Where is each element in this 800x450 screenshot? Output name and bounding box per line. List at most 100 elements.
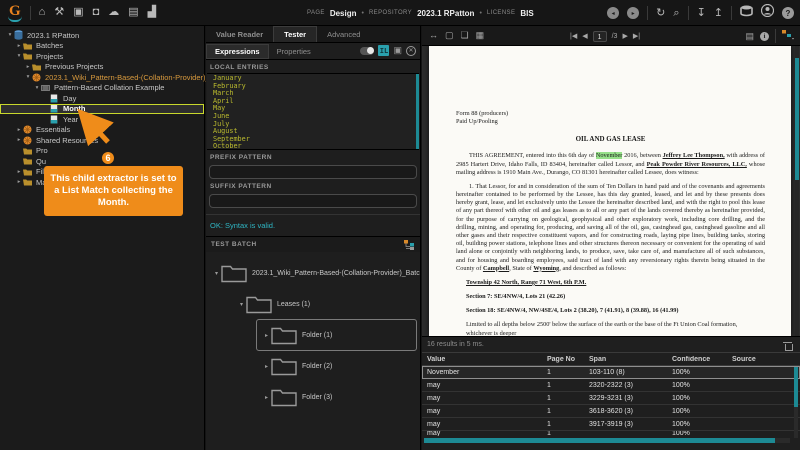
batch-node-folder-3-[interactable]: ▸Folder (3) xyxy=(262,387,420,407)
pages-icon[interactable]: ❏ xyxy=(461,31,469,40)
batches-icon[interactable]: ▣ xyxy=(73,7,83,18)
page-value[interactable]: Design xyxy=(330,9,357,18)
stats-icon[interactable]: ▟ xyxy=(148,7,156,18)
prefix-pattern-input[interactable] xyxy=(209,165,417,179)
expand-arrow-icon[interactable]: ▾ xyxy=(212,270,221,277)
tree-node-month[interactable]: Month xyxy=(0,104,204,115)
tree-node-pattern-based-collation-exampl[interactable]: ▾Pattern-Based Collation Example xyxy=(0,83,204,94)
result-row[interactable]: November1103-110 (8)100% xyxy=(422,366,800,379)
region-select-icon[interactable]: ▢ xyxy=(445,31,454,40)
batch-node-folder-2-[interactable]: ▸Folder (2) xyxy=(262,356,420,376)
november-highlight[interactable]: November xyxy=(596,152,623,159)
results-vertical-scrollbar[interactable] xyxy=(794,367,798,438)
tree-node-2023-1-wiki-pattern-based-coll[interactable]: ▾2023.1_Wiki_Pattern-Based-(Collation-Pr… xyxy=(0,72,204,83)
expand-arrow-icon[interactable]: ▸ xyxy=(15,127,23,133)
column-header-confidence[interactable]: Confidence xyxy=(667,356,727,363)
tab-tester[interactable]: Tester xyxy=(273,26,317,42)
refresh-icon[interactable]: ↻ xyxy=(656,8,665,19)
user-icon[interactable] xyxy=(761,4,774,22)
batch-node-leases-1-[interactable]: ▾Leases (1) xyxy=(237,294,420,314)
prev-page-button[interactable]: ◀ xyxy=(582,32,587,40)
toggle-switch[interactable] xyxy=(360,47,374,55)
column-header-source[interactable]: Source xyxy=(727,356,800,363)
forward-button[interactable]: ▸ xyxy=(627,7,639,19)
next-page-button[interactable]: ▶ xyxy=(622,32,627,40)
result-row[interactable]: may1100% xyxy=(422,431,800,436)
first-page-button[interactable]: |◀ xyxy=(570,32,577,40)
local-entries-text[interactable]: January February March April May June Ju… xyxy=(207,74,419,151)
tree-node-2023-1-rpatton[interactable]: ▾2023.1 RPatton xyxy=(0,30,204,41)
results-horizontal-scrollbar[interactable] xyxy=(424,438,790,443)
view-mode-icon[interactable] xyxy=(782,27,794,45)
expand-arrow-icon[interactable]: ▸ xyxy=(24,64,32,70)
tab-properties[interactable]: Properties xyxy=(269,45,319,58)
repository-value[interactable]: 2023.1 RPatton xyxy=(417,9,474,18)
close-icon[interactable]: ✕ xyxy=(406,46,416,56)
search-icon[interactable]: ⌕ xyxy=(673,8,679,19)
expand-arrow-icon[interactable]: ▸ xyxy=(15,43,23,49)
expand-arrow-icon[interactable]: ▾ xyxy=(237,301,246,308)
expand-arrow-icon[interactable]: ▾ xyxy=(33,85,41,91)
result-row[interactable]: may13618-3620 (3)100% xyxy=(422,405,800,418)
editor-tabs: Expressions Properties IL ▣ ✕ xyxy=(206,43,420,60)
info-icon[interactable]: i xyxy=(760,32,769,41)
toolbox-icon[interactable]: ▤ xyxy=(128,7,138,18)
top-right-actions: ◂ ▸ ↻ ⌕ ↧ ↥ ? xyxy=(607,0,794,26)
expand-arrow-icon[interactable]: ▸ xyxy=(262,363,271,370)
upload-icon[interactable]: ↥ xyxy=(714,8,723,19)
tree-node-previous-projects[interactable]: ▸Previous Projects xyxy=(0,62,204,73)
tree-node-essentials[interactable]: ▸Essentials xyxy=(0,125,204,136)
tree-node-year[interactable]: Year xyxy=(0,114,204,125)
cloud-icon[interactable]: ☁ xyxy=(108,7,119,18)
clear-results-icon[interactable] xyxy=(783,340,792,350)
result-row[interactable]: may13229-3231 (3)100% xyxy=(422,392,800,405)
result-row[interactable]: may13917-3919 (3)100% xyxy=(422,418,800,431)
document-canvas[interactable]: Form 88 (producers) Paid Up/Pooling OIL … xyxy=(422,46,800,336)
literal-mode-icon[interactable]: IL xyxy=(378,45,389,56)
doc-section7-line: Section 7: SE/4NW/4, Lots 21 (42.26) xyxy=(466,293,765,301)
column-header-value[interactable]: Value xyxy=(422,356,542,363)
expand-arrow-icon[interactable]: ▾ xyxy=(15,53,23,59)
doc-form-line: Form 88 (producers) xyxy=(456,110,765,118)
home-icon[interactable]: ⌂ xyxy=(39,7,46,18)
result-row[interactable]: may12320-2322 (3)100% xyxy=(422,379,800,392)
local-entries-label: LOCAL ENTRIES xyxy=(206,60,420,73)
batch-node-2023-1-wiki-pattern-based-coll[interactable]: ▾2023.1_Wiki_Pattern-Based-(Collation-Pr… xyxy=(212,263,420,283)
help-icon[interactable]: ? xyxy=(782,7,794,19)
license-value[interactable]: BIS xyxy=(520,9,533,18)
tree-node-day[interactable]: Day xyxy=(0,93,204,104)
print-icon[interactable]: ▤ xyxy=(745,32,754,41)
tools-icon[interactable]: ⚒ xyxy=(54,7,64,18)
download-icon[interactable]: ↧ xyxy=(697,8,706,19)
tree-node-batches[interactable]: ▸Batches xyxy=(0,41,204,52)
last-page-button[interactable]: ▶| xyxy=(633,32,640,40)
tab-advanced[interactable]: Advanced xyxy=(317,26,370,42)
batch-node-folder-1-[interactable]: ▸Folder (1) xyxy=(262,325,420,345)
fit-width-icon[interactable]: ↔ xyxy=(429,31,438,40)
expand-arrow-icon[interactable]: ▸ xyxy=(15,137,23,143)
document-scrollbar[interactable] xyxy=(795,46,799,336)
tree-node-shared-resources[interactable]: ▸Shared Resources xyxy=(0,135,204,146)
process-icon[interactable]: ◘ xyxy=(93,7,100,18)
expand-arrow-icon[interactable]: ▸ xyxy=(15,169,23,175)
expand-arrow-icon[interactable]: ▸ xyxy=(262,332,271,339)
tab-expressions[interactable]: Expressions xyxy=(206,44,269,59)
column-header-span[interactable]: Span xyxy=(584,356,667,363)
image-icon[interactable]: ▦ xyxy=(476,31,485,40)
entries-scrollbar[interactable] xyxy=(416,74,419,149)
divider xyxy=(30,6,31,20)
local-entries-editor[interactable]: January February March April May June Ju… xyxy=(207,73,419,150)
database-icon[interactable] xyxy=(740,4,753,22)
expand-arrow-icon[interactable]: ▸ xyxy=(15,179,23,185)
back-button[interactable]: ◂ xyxy=(607,7,619,19)
expand-arrow-icon[interactable]: ▾ xyxy=(6,32,14,38)
save-icon[interactable]: ▣ xyxy=(393,46,402,55)
page-number-input[interactable]: 1 xyxy=(593,31,607,42)
expand-arrow-icon[interactable]: ▾ xyxy=(24,74,32,80)
column-header-page-no[interactable]: Page No xyxy=(542,356,584,363)
panel-tabs: Value Reader Tester Advanced xyxy=(206,26,420,43)
expand-arrow-icon[interactable]: ▸ xyxy=(262,394,271,401)
batch-select-icon[interactable] xyxy=(404,240,415,250)
tree-node-projects[interactable]: ▾Projects xyxy=(0,51,204,62)
suffix-pattern-input[interactable] xyxy=(209,194,417,208)
